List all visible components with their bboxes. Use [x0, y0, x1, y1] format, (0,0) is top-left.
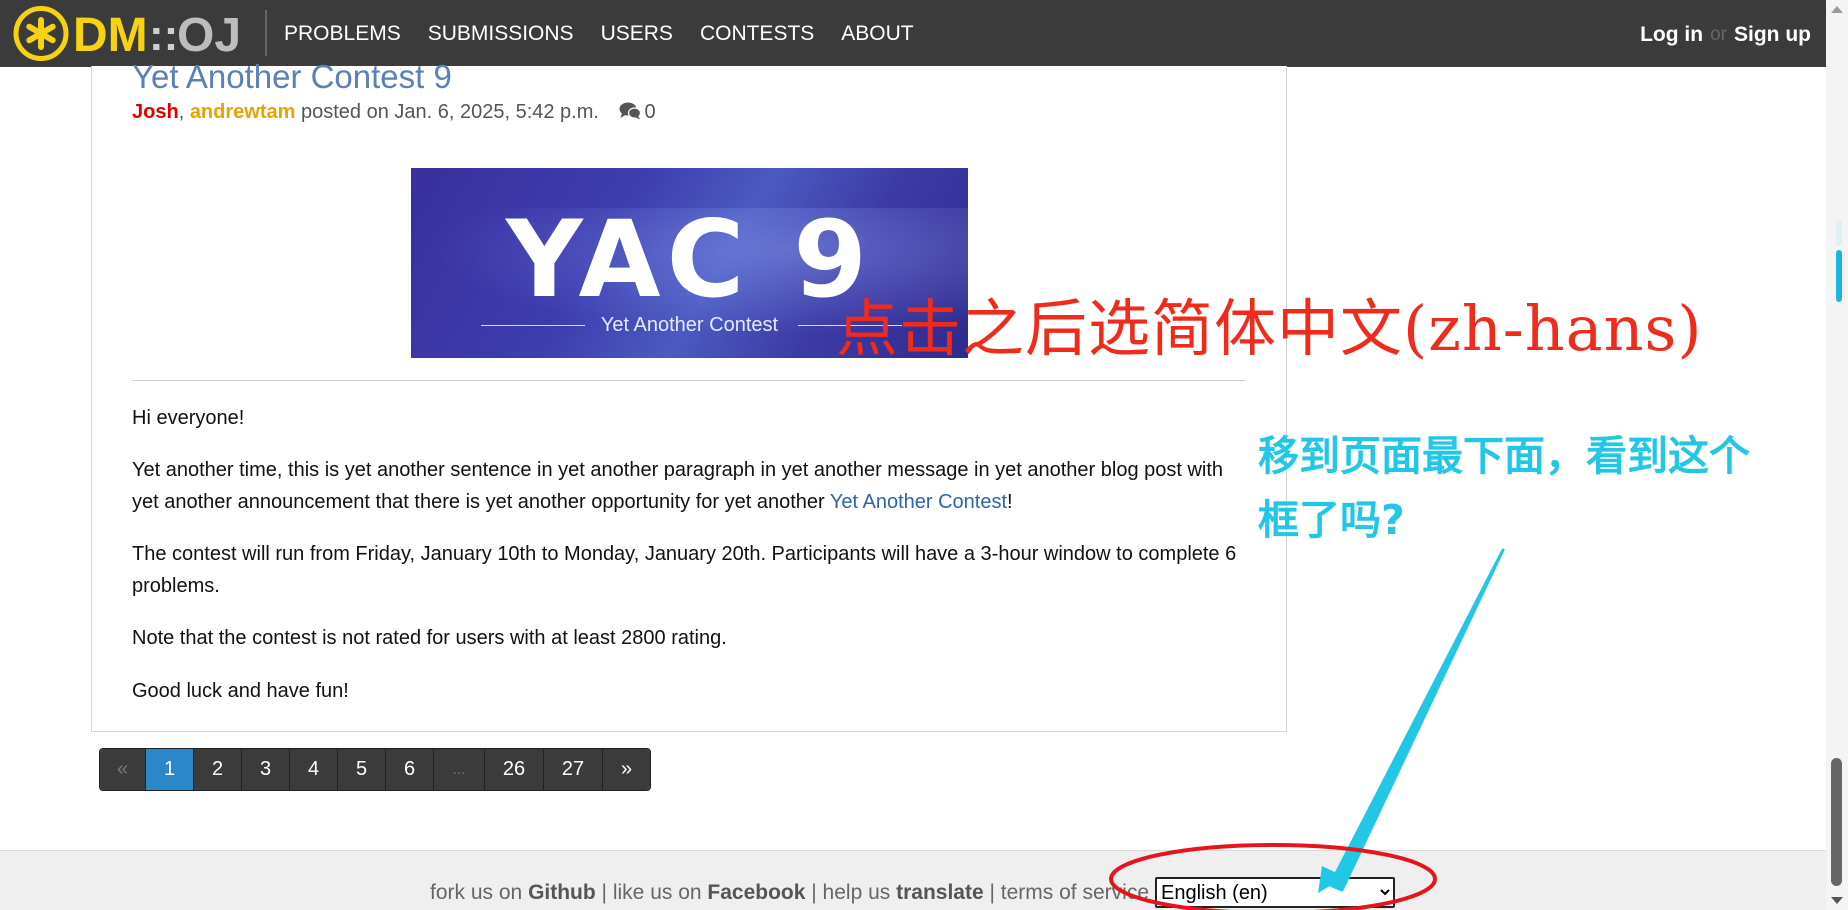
page-button-4[interactable]: 4	[290, 749, 338, 790]
logo-separator-text: ::	[149, 11, 178, 60]
comments-link[interactable]: 0	[619, 101, 656, 123]
author-link-andrewtam[interactable]: andrewtam	[190, 101, 296, 123]
post-paragraph-3: The contest will run from Friday, Januar…	[132, 543, 1237, 597]
footer-facebook-link[interactable]: Facebook	[707, 881, 805, 904]
page-button-2[interactable]: 2	[194, 749, 242, 790]
top-navbar: DM :: OJ PROBLEMS SUBMISSIONS USERS CONT…	[0, 0, 1826, 67]
footer-like-text: | like us on	[595, 881, 708, 904]
author-link-josh[interactable]: Josh	[132, 101, 179, 123]
page-button-3[interactable]: 3	[242, 749, 290, 790]
nav-users[interactable]: USERS	[601, 22, 673, 46]
scroll-marker	[1836, 250, 1842, 302]
post-paragraph-2: Yet another time, this is yet another se…	[132, 454, 1252, 518]
language-select[interactable]: English (en)	[1155, 877, 1395, 908]
nav-problems[interactable]: PROBLEMS	[284, 22, 401, 46]
annotation-red-instruction: 点击之后选简体中文(zh-hans)	[836, 292, 1703, 365]
post-divider	[132, 380, 1246, 381]
logo-divider	[265, 10, 267, 56]
login-link[interactable]: Log in	[1640, 23, 1703, 47]
nav-contests[interactable]: CONTESTS	[700, 22, 814, 46]
page-prev-button[interactable]: «	[100, 749, 146, 790]
post-paragraph-5: Good luck and have fun!	[132, 680, 349, 702]
auth-or-text: or	[1710, 24, 1727, 45]
post-paragraph-2-text: Yet another time, this is yet another se…	[132, 459, 1224, 513]
logo-dm-text: DM	[73, 9, 148, 62]
post-date: posted on Jan. 6, 2025, 5:42 p.m.	[295, 101, 599, 123]
nav-about[interactable]: ABOUT	[841, 22, 913, 46]
page-ellipsis: ...	[434, 749, 485, 790]
footer-translate-link[interactable]: translate	[896, 881, 984, 904]
footer-links: fork us on Github | like us on Facebook …	[430, 881, 1160, 905]
post-meta: Josh, andrewtam posted on Jan. 6, 2025, …	[132, 101, 656, 124]
page-scrollbar[interactable]	[1826, 0, 1848, 910]
page-button-27[interactable]: 27	[544, 749, 603, 790]
nav-submissions[interactable]: SUBMISSIONS	[428, 22, 574, 46]
auth-links: Log in or Sign up	[1640, 0, 1811, 70]
nav-links: PROBLEMS SUBMISSIONS USERS CONTESTS ABOU…	[284, 0, 941, 67]
logo-oj-text: OJ	[177, 9, 241, 62]
annotation-cyan-instruction: 移到页面最下面，看到这个框了吗?	[1258, 432, 1750, 544]
page-footer: fork us on Github | like us on Facebook …	[0, 850, 1826, 910]
post-paragraph-2-end: !	[1007, 491, 1013, 513]
yet-another-contest-link[interactable]: Yet Another Contest	[830, 491, 1007, 513]
pagination: « 1 2 3 4 5 6 ... 26 27 »	[99, 748, 651, 791]
annotation-arrow-icon	[1318, 548, 1505, 893]
footer-github-link[interactable]: Github	[528, 881, 596, 904]
footer-help-text: | help us	[805, 881, 897, 904]
scroll-thumb[interactable]	[1831, 758, 1842, 886]
footer-terms-link[interactable]: | terms of service |	[984, 881, 1161, 904]
page-next-button[interactable]: »	[603, 749, 650, 790]
page-button-26[interactable]: 26	[485, 749, 544, 790]
author-separator: ,	[178, 101, 190, 123]
footer-fork-text: fork us on	[430, 881, 529, 904]
site-logo[interactable]: DM :: OJ	[13, 5, 258, 62]
comments-icon	[619, 102, 641, 120]
post-paragraph-4: Note that the contest is not rated for u…	[132, 627, 727, 649]
page-button-6[interactable]: 6	[386, 749, 434, 790]
page-button-1[interactable]: 1	[146, 749, 194, 790]
scroll-up-arrow-icon[interactable]	[1831, 6, 1843, 13]
page-button-5[interactable]: 5	[338, 749, 386, 790]
signup-link[interactable]: Sign up	[1734, 23, 1811, 47]
comment-count: 0	[644, 101, 656, 123]
scroll-down-arrow-icon[interactable]	[1831, 897, 1843, 904]
post-title-link[interactable]: Yet Another Contest 9	[132, 58, 452, 96]
post-paragraph-1: Hi everyone!	[132, 407, 245, 429]
scroll-marker-faint	[1836, 220, 1842, 246]
